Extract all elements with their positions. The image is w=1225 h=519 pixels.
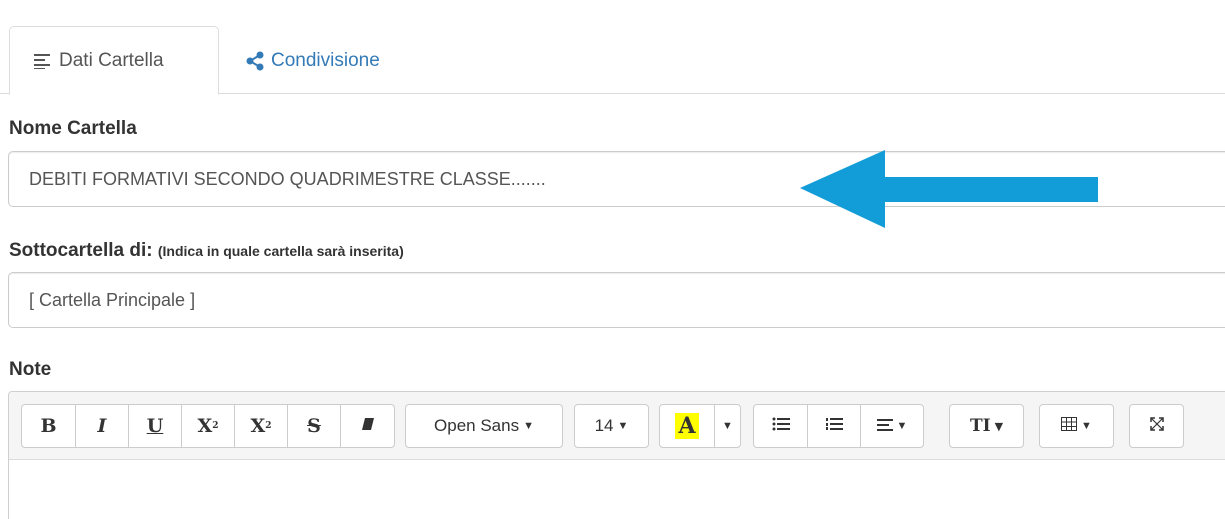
caret-down-icon: ▼ — [722, 420, 733, 432]
numbered-list-icon — [825, 415, 843, 437]
parent-folder-label-text: Sottocartella di: — [9, 240, 153, 261]
font-style-group: B I U X2 X2 S — [21, 404, 395, 448]
table-group: ▼ — [1039, 404, 1114, 448]
tab-condivisione[interactable]: Condivisione — [244, 26, 380, 95]
folder-name-label: Nome Cartella — [9, 118, 137, 139]
parent-folder-hint: (Indica in quale cartella sarà inserita) — [157, 243, 404, 259]
align-left-icon — [32, 51, 54, 71]
fullscreen-icon — [1149, 415, 1164, 437]
superscript-button[interactable]: X2 — [181, 404, 235, 448]
tab-label: Condivisione — [271, 49, 380, 71]
fullscreen-group — [1129, 404, 1184, 448]
parent-folder-value: [ Cartella Principale ] — [29, 289, 196, 310]
folder-name-value: DEBITI FORMATIVI SECONDO QUADRIMESTRE CL… — [29, 168, 546, 189]
font-name-dropdown[interactable]: Open Sans ▼ — [405, 404, 563, 448]
italic-button[interactable]: I — [75, 404, 129, 448]
line-height-dropdown[interactable]: TI ▼ — [949, 404, 1024, 448]
font-size-dropdown[interactable]: 14 ▼ — [574, 404, 649, 448]
tab-label: Dati Cartella — [59, 49, 164, 71]
font-size-group: 14 ▼ — [574, 404, 649, 448]
ordered-list-button[interactable] — [807, 404, 861, 448]
tab-bar: Dati Cartella Condivisione — [0, 26, 1225, 95]
text-height-group: TI ▼ — [949, 404, 1024, 448]
eraser-button[interactable] — [340, 404, 395, 448]
align-icon — [876, 415, 893, 437]
parent-folder-select[interactable]: [ Cartella Principale ] — [8, 272, 1225, 328]
bullet-list-icon — [772, 415, 790, 437]
bold-button[interactable]: B — [21, 404, 76, 448]
eraser-icon — [361, 415, 375, 437]
table-dropdown-button[interactable]: ▼ — [1039, 404, 1114, 448]
strikethrough-button[interactable]: S — [287, 404, 341, 448]
editor-content-area[interactable] — [9, 460, 1225, 519]
color-dropdown-button[interactable]: ▼ — [714, 404, 741, 448]
subscript-button[interactable]: X2 — [234, 404, 288, 448]
parent-folder-label: Sottocartella di: (Indica in quale carte… — [9, 240, 404, 262]
text-color-button[interactable]: A — [659, 404, 715, 448]
fullscreen-button[interactable] — [1129, 404, 1184, 448]
notes-editor[interactable]: B I U X2 X2 S Open Sans ▼ 14 ▼ A ▼ ▼ TI … — [8, 391, 1225, 519]
editor-toolbar: B I U X2 X2 S Open Sans ▼ 14 ▼ A ▼ ▼ TI … — [9, 392, 1225, 460]
text-height-icon: TI — [969, 416, 991, 436]
color-group: A ▼ — [659, 404, 741, 448]
table-icon — [1061, 415, 1078, 437]
unordered-list-button[interactable] — [753, 404, 808, 448]
underline-button[interactable]: U — [128, 404, 182, 448]
tab-dati-cartella[interactable]: Dati Cartella — [9, 26, 219, 95]
arrow-annotation-icon — [800, 150, 1098, 228]
share-icon — [244, 51, 266, 71]
paragraph-group: ▼ — [753, 404, 924, 448]
align-dropdown-button[interactable]: ▼ — [860, 404, 924, 448]
font-name-group: Open Sans ▼ — [405, 404, 563, 448]
notes-label: Note — [9, 359, 52, 380]
